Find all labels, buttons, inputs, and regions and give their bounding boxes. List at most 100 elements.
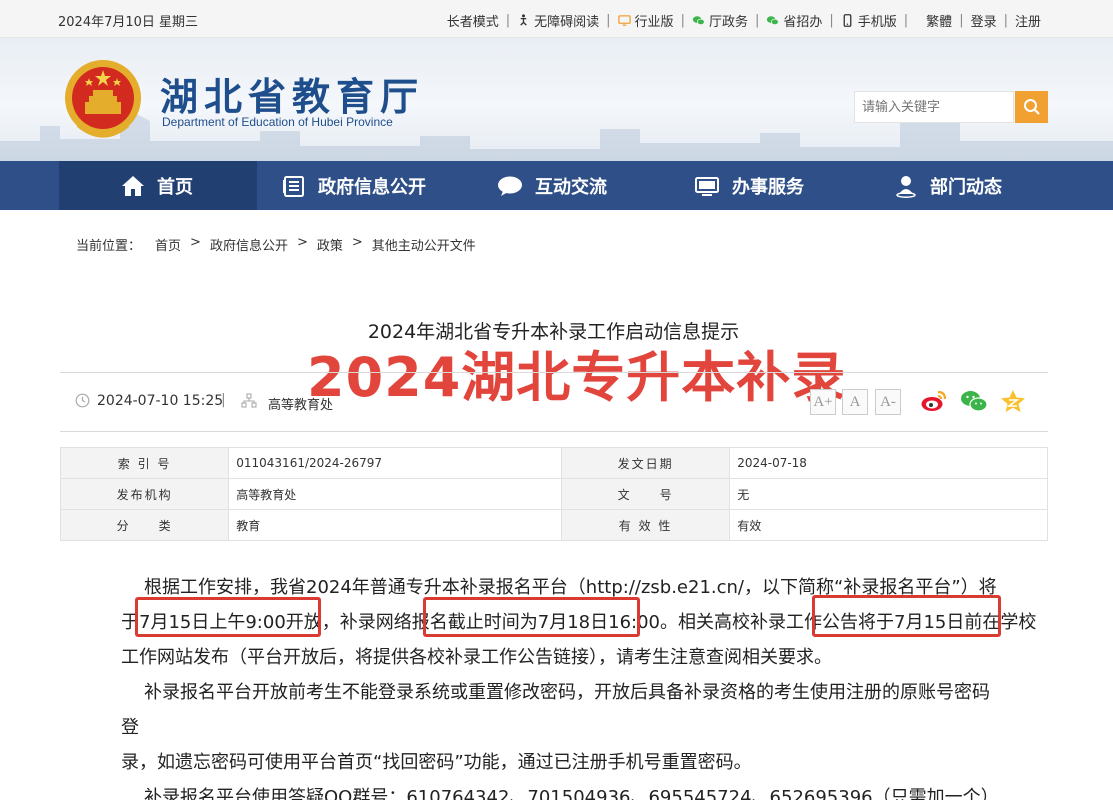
register-link[interactable]: 注册 (1015, 11, 1041, 30)
category-value: 教育 (228, 509, 562, 541)
monitor-icon (617, 15, 631, 26)
dept-affairs-label: 厅政务 (708, 15, 748, 30)
paragraph-text: 补录报名平台使用答疑QQ群号：610764342、701504936、69554… (144, 787, 999, 800)
table-row: 分 类 教育 有 效 性 有效 (59, 509, 1048, 541)
highlight-box (423, 597, 640, 637)
main-nav: 首页 政府信息公开 互动交流 办事服务 部门动态 (0, 161, 1113, 210)
wechat-icon (767, 16, 780, 26)
search-button[interactable] (1015, 91, 1048, 123)
divider: | (754, 13, 760, 28)
document-icon (283, 175, 304, 197)
issuing-org-value: 高等教育处 (228, 478, 562, 510)
national-emblem-logo[interactable] (63, 58, 143, 144)
accessibility-icon (520, 14, 527, 26)
wechat-icon (692, 16, 705, 26)
nav-label-interaction: 互动交流 (535, 176, 607, 198)
divider (60, 372, 1048, 373)
font-size-default-button[interactable]: A (842, 389, 868, 415)
paragraph-text: 工作网站发布（平台开放后，将提供各校补录工作公告链接），请考生注意查阅相关要求。 (121, 647, 832, 668)
doc-number-label: 文 号 (560, 478, 731, 510)
site-subtitle: Department of Education of Hubei Provinc… (162, 115, 393, 129)
divider: | (1003, 13, 1008, 28)
divider (60, 431, 1048, 432)
clock-icon (75, 393, 90, 408)
person-pin-icon (896, 175, 916, 198)
breadcrumb-separator: > (190, 235, 201, 250)
paragraph: 工作网站发布（平台开放后，将提供各校补录工作公告链接），请考生注意查阅相关要求。 (121, 640, 1001, 675)
document-info-table: 索 引 号 011043161/2024-26797 发文日期 2024-07-… (59, 447, 1048, 541)
mobile-version-link[interactable]: 手机版 (841, 11, 897, 30)
font-size-increase-button[interactable]: A+ (810, 389, 836, 415)
elder-mode-label: 长者模式 (446, 15, 499, 30)
divider: | (829, 13, 834, 28)
paragraph-text: 补录报名平台开放前考生不能登录系统或重置修改密码，开放后具备补录资格的考生使用注… (121, 682, 990, 738)
current-date: 2024年7月10日 星期三 (58, 15, 199, 30)
site-header: 湖北省教育厅 Department of Education of Hubei … (0, 38, 1113, 161)
nav-label-services: 办事服务 (732, 176, 804, 198)
elder-mode-link[interactable]: 长者模式 (447, 11, 499, 30)
nav-label-dept-news: 部门动态 (930, 176, 1002, 198)
breadcrumb-prefix: 当前位置： (76, 239, 142, 254)
search-input[interactable] (854, 91, 1014, 123)
font-size-decrease-button[interactable]: A- (875, 389, 901, 415)
phone-icon (843, 14, 852, 27)
divider: | (903, 13, 909, 28)
validity-value: 有效 (729, 509, 1048, 541)
breadcrumb-separator: > (351, 235, 363, 250)
nav-item-interaction[interactable]: 互动交流 (497, 161, 607, 210)
meta-separator: | (221, 392, 226, 408)
category-label: 分 类 (59, 509, 230, 541)
issue-date-value: 2024-07-18 (729, 447, 1048, 479)
wechat-share-icon[interactable] (960, 389, 988, 413)
validity-label: 有 效 性 (560, 509, 731, 541)
weibo-icon[interactable] (920, 389, 948, 413)
mobile-version-label: 手机版 (857, 15, 897, 30)
qzone-star-icon[interactable] (1000, 389, 1026, 413)
top-utility-bar: 2024年7月10日 星期三 长者模式 | 无障碍阅读 | 行业版 | 厅政务 … (0, 0, 1113, 38)
paragraph: 补录报名平台开放前考生不能登录系统或重置修改密码，开放后具备补录资格的考生使用注… (121, 675, 1001, 745)
login-label: 登录 (970, 15, 997, 30)
publish-datetime: 2024-07-10 15:25 (97, 393, 224, 409)
paragraph-text: 录，如遗忘密码可使用平台首页“找回密码”功能，通过已注册手机号重置密码。 (121, 752, 752, 773)
paragraph: 录，如遗忘密码可使用平台首页“找回密码”功能，通过已注册手机号重置密码。 (121, 745, 1001, 780)
breadcrumb-gov-info[interactable]: 政府信息公开 (210, 235, 288, 254)
login-link[interactable]: 登录 (971, 11, 997, 30)
nav-item-home[interactable]: 首页 (59, 161, 257, 210)
breadcrumb-home[interactable]: 首页 (155, 235, 181, 254)
index-number-value: 011043161/2024-26797 (228, 447, 562, 479)
search-icon (1023, 99, 1040, 115)
accessibility-link[interactable]: 无障碍阅读 (517, 11, 599, 30)
nav-item-services[interactable]: 办事服务 (694, 161, 804, 210)
issuing-org-label: 发布机构 (59, 478, 230, 510)
nav-item-gov-info[interactable]: 政府信息公开 (282, 161, 426, 210)
paragraph: 补录报名平台使用答疑QQ群号：610764342、701504936、69554… (121, 780, 1001, 800)
traditional-chinese-label: 繁體 (926, 15, 953, 30)
divider: | (606, 13, 611, 28)
organization-icon (241, 393, 257, 408)
breadcrumb-policy[interactable]: 政策 (317, 235, 343, 254)
doc-number-value: 无 (729, 478, 1048, 510)
divider: | (505, 13, 511, 28)
admissions-office-label: 省招办 (783, 15, 823, 30)
publisher-name: 高等教育处 (268, 398, 334, 413)
table-row: 发布机构 高等教育处 文 号 无 (59, 478, 1048, 510)
traditional-chinese-link[interactable]: 繁體 (926, 11, 952, 30)
accessibility-label: 无障碍阅读 (534, 15, 600, 30)
home-icon (122, 175, 144, 196)
breadcrumb-other-files[interactable]: 其他主动公开文件 (372, 235, 476, 254)
register-label: 注册 (1014, 15, 1041, 30)
table-row: 索 引 号 011043161/2024-26797 发文日期 2024-07-… (59, 447, 1048, 479)
breadcrumb: 当前位置： 首页 > 政府信息公开 > 政策 > 其他主动公开文件 (76, 235, 476, 254)
divider: | (959, 13, 964, 28)
industry-version-link[interactable]: 行业版 (617, 11, 674, 30)
divider: | (680, 13, 685, 28)
dept-affairs-link[interactable]: 厅政务 (692, 11, 748, 30)
index-number-label: 索 引 号 (59, 447, 230, 479)
admissions-office-link[interactable]: 省招办 (766, 11, 822, 30)
nav-item-dept-news[interactable]: 部门动态 (894, 161, 1002, 210)
issue-date-label: 发文日期 (560, 447, 731, 479)
highlight-box (135, 597, 321, 637)
utility-links: 长者模式 | 无障碍阅读 | 行业版 | 厅政务 | 省招办 | 手机版 | 繁… (447, 11, 1041, 30)
computer-icon (695, 176, 719, 196)
site-title: 湖北省教育厅 (160, 74, 425, 119)
